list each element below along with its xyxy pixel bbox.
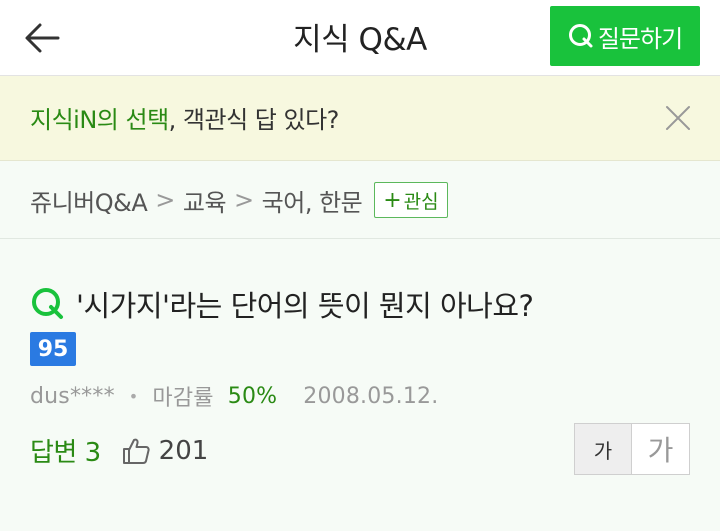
follow-label: 관심 [403, 190, 439, 213]
thumbs-up-icon[interactable] [121, 436, 151, 466]
breadcrumb-item-korean[interactable]: 국어, 한문 [262, 183, 363, 218]
question-title: '시가지'라는 단어의 뜻이 뭔지 아나요? [76, 289, 534, 323]
question-title-row: '시가지'라는 단어의 뜻이 뭔지 아나요? [30, 283, 534, 325]
banner-rest-text: , 객관식 답 있다? [168, 106, 340, 134]
font-size-toggle: 가 가 [574, 423, 690, 475]
question-date: 2008.05.12. [303, 383, 439, 409]
closing-rate-label: 마감률 [152, 386, 214, 411]
banner-accent-text: 지식iN의 선택 [30, 106, 169, 134]
points-badge: 95 [30, 332, 76, 366]
breadcrumb-item-education[interactable]: 교육 [183, 183, 227, 218]
follow-button[interactable]: + 관심 [374, 182, 448, 218]
breadcrumb-separator: > [234, 186, 254, 214]
like-count: 201 [158, 435, 209, 466]
font-size-small-button[interactable]: 가 [575, 424, 632, 474]
promo-banner[interactable]: 지식iN의 선택, 객관식 답 있다? [0, 76, 720, 161]
breadcrumb-bar: 쥬니버Q&A > 교육 > 국어, 한문 + 관심 [0, 161, 720, 239]
top-header: 지식 Q&A 질문하기 [0, 0, 720, 76]
question-q-icon [32, 288, 63, 319]
close-icon[interactable] [664, 104, 692, 132]
ask-button-label: 질문하기 [597, 24, 683, 53]
ask-question-button[interactable]: 질문하기 [550, 6, 700, 66]
stats-row: 답변 3 201 [30, 432, 208, 469]
banner-text: 지식iN의 선택, 객관식 답 있다? [30, 100, 339, 135]
meta-dot: • [128, 386, 139, 406]
answers-count-link[interactable]: 답변 3 [30, 432, 101, 469]
breadcrumb-separator: > [155, 186, 175, 214]
q-icon [568, 24, 593, 48]
plus-icon: + [383, 187, 402, 213]
breadcrumb: 쥬니버Q&A > 교육 > 국어, 한문 + 관심 [30, 182, 448, 218]
author-name[interactable]: dus**** [30, 384, 115, 409]
font-size-large-button[interactable]: 가 [632, 424, 689, 474]
closing-rate-value: 50% [227, 383, 278, 409]
question-meta: dus**** • 마감률 50% 2008.05.12. [30, 380, 438, 412]
breadcrumb-item-juniver[interactable]: 쥬니버Q&A [30, 183, 148, 218]
